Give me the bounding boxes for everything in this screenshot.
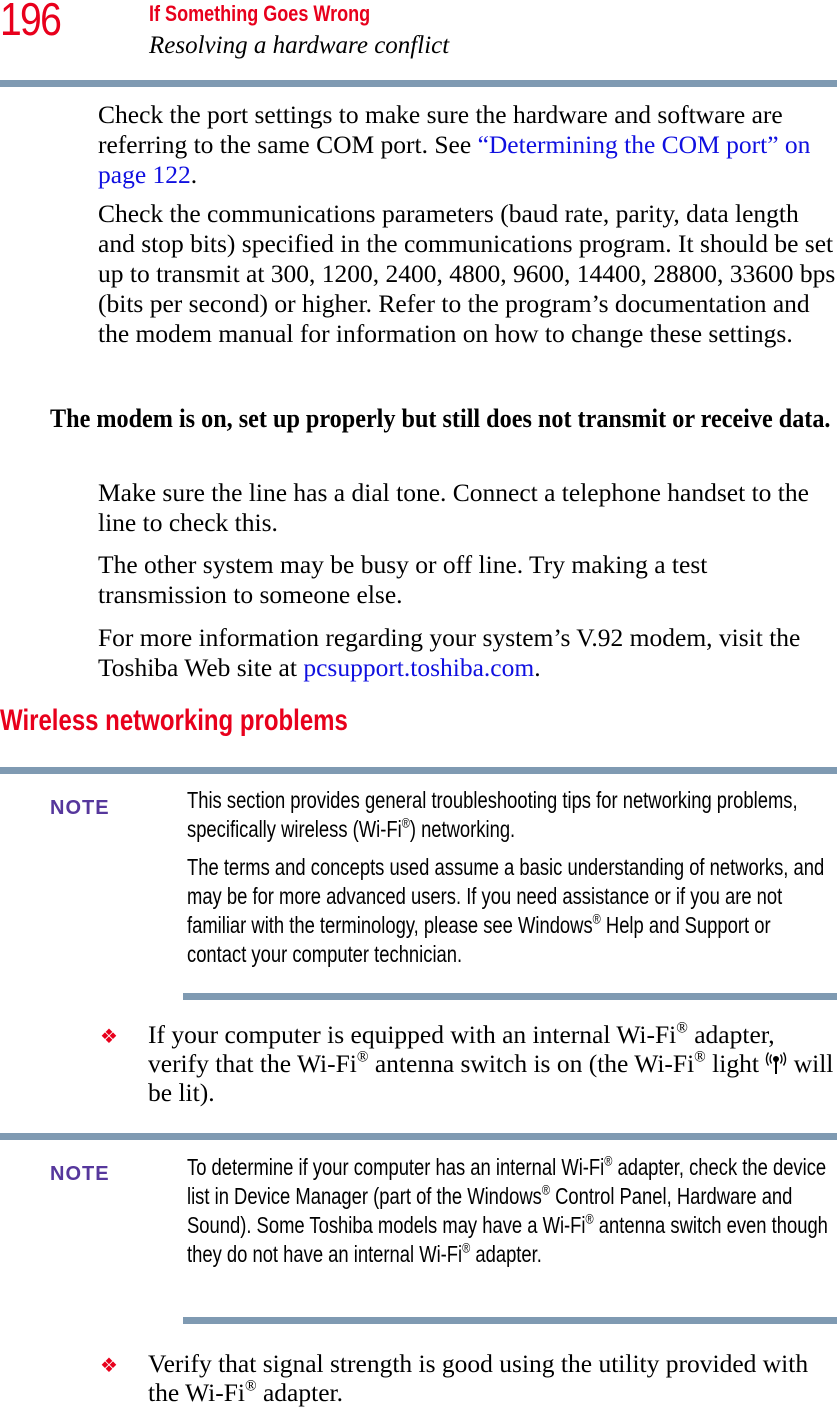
note-bottom-rule — [183, 993, 837, 1000]
bullet-icon: ❖ — [100, 1355, 118, 1377]
header-rule — [0, 80, 837, 87]
section-title: Resolving a hardware conflict — [149, 32, 450, 59]
note-top-rule — [0, 767, 837, 774]
bullet-icon: ❖ — [100, 1026, 118, 1048]
bullet-text-signal-strength: Verify that signal strength is good usin… — [148, 1349, 809, 1407]
section-heading-wireless: Wireless networking problems — [0, 704, 348, 737]
paragraph-text: . — [190, 160, 198, 189]
paragraph-comm-parameters: Check the communications parameters (bau… — [98, 199, 836, 348]
note-label: NOTE — [50, 797, 110, 819]
problem-heading: The modem is on, set up properly but sti… — [50, 404, 831, 433]
note-top-rule — [0, 1133, 837, 1140]
note-label: NOTE — [50, 1163, 110, 1185]
paragraph-text: . — [534, 653, 541, 682]
paragraph-dial-tone: Make sure the line has a dial tone. Conn… — [98, 478, 809, 537]
paragraph-port-settings: Check the port settings to make sure the… — [98, 100, 837, 190]
paragraph-more-info: For more information regarding your syst… — [98, 623, 837, 683]
chapter-title: If Something Goes Wrong — [149, 1, 371, 26]
wifi-light-icon — [766, 1052, 787, 1074]
paragraph-system-busy: The other system may be busy or off line… — [98, 550, 708, 609]
toshiba-support-link[interactable]: pcsupport.toshiba.com — [303, 653, 534, 682]
note-paragraph: The terms and concepts used assume a bas… — [187, 854, 825, 967]
note-text: This section provides general troublesho… — [187, 786, 831, 978]
bullet-text-wifi-switch: If your computer is equipped with an int… — [148, 1019, 834, 1107]
note-text: To determine if your computer has an int… — [187, 1153, 831, 1278]
note-paragraph: This section provides general troublesho… — [187, 787, 798, 842]
note-bottom-rule — [183, 1317, 837, 1324]
note-paragraph: To determine if your computer has an int… — [187, 1153, 828, 1267]
page-number: 196 — [0, 0, 62, 45]
